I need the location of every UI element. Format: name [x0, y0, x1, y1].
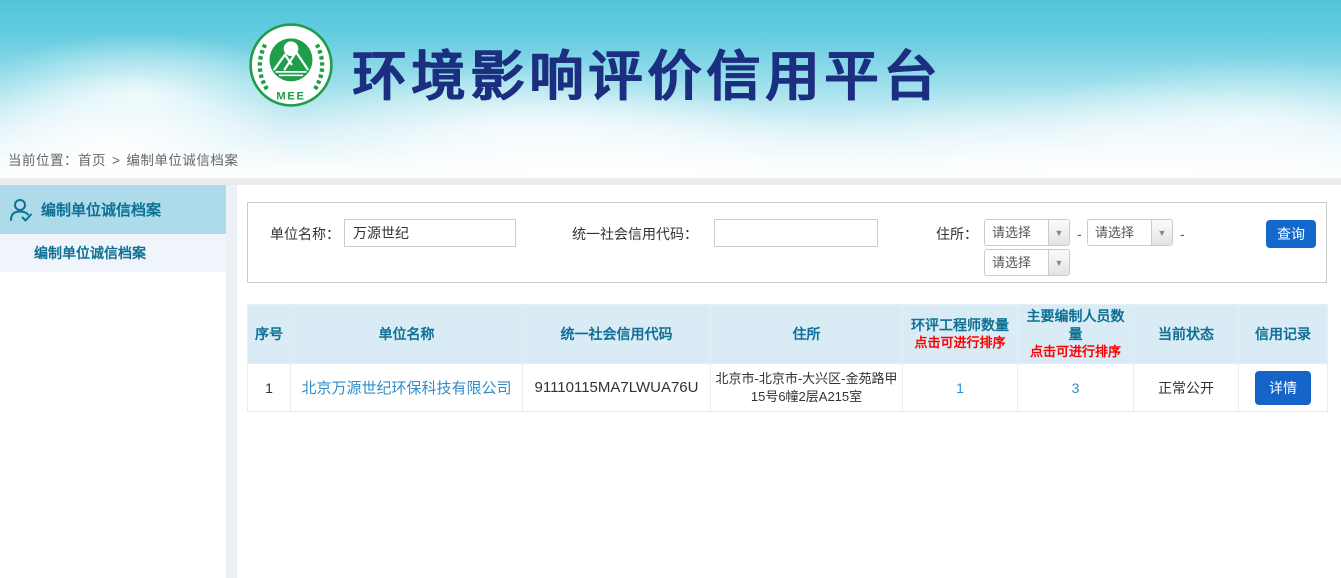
page-body: 编制单位诚信档案 编制单位诚信档案 单位名称： 统一社会信用代码： 住所： 请选…: [0, 185, 1341, 578]
svg-text:MEE: MEE: [276, 90, 305, 102]
results-table: 序号 单位名称 统一社会信用代码 住所 环评工程师数量 点击可进行排序 主要编制…: [247, 304, 1328, 412]
address-dash-2: -: [1180, 220, 1185, 248]
col-header-company: 单位名称: [291, 305, 523, 364]
page-title: 环境影响评价信用平台: [352, 32, 942, 111]
breadcrumb-current: 编制单位诚信档案: [126, 153, 238, 168]
results-table-wrap: 序号 单位名称 统一社会信用代码 住所 环评工程师数量 点击可进行排序 主要编制…: [247, 304, 1327, 412]
sidebar-section-credit-archive[interactable]: 编制单位诚信档案: [0, 185, 226, 234]
sidebar-item-credit-archive[interactable]: 编制单位诚信档案: [0, 234, 226, 272]
staff-sort-hint[interactable]: 点击可进行排序: [1020, 344, 1131, 361]
col-header-code: 统一社会信用代码: [523, 305, 711, 364]
search-panel: 单位名称： 统一社会信用代码： 住所： 请选择 ▼ - 请选择 ▼ - 请选择 …: [247, 202, 1327, 283]
address-label: 住所：: [936, 220, 978, 248]
site-header: MEE 环境影响评价信用平台 当前位置：首页 > 编制单位诚信档案: [0, 0, 1341, 178]
address-province-select[interactable]: 请选择 ▼: [984, 219, 1070, 246]
header-divider: [0, 178, 1341, 185]
address-province-value: 请选择: [985, 220, 1048, 245]
col-header-staff[interactable]: 主要编制人员数量 点击可进行排序: [1018, 305, 1134, 364]
col-header-engineers-label: 环评工程师数量: [911, 317, 1009, 333]
breadcrumb: 当前位置：首页 > 编制单位诚信档案: [8, 149, 238, 169]
mee-logo-icon: MEE: [248, 22, 334, 108]
engineers-sort-hint[interactable]: 点击可进行排序: [905, 335, 1015, 352]
query-button[interactable]: 查询: [1266, 220, 1316, 248]
col-header-staff-label: 主要编制人员数量: [1027, 308, 1125, 342]
breadcrumb-home-link[interactable]: 首页: [78, 153, 106, 168]
chevron-down-icon[interactable]: ▼: [1048, 250, 1069, 275]
address-city-select[interactable]: 请选择 ▼: [1087, 219, 1173, 246]
table-row: 1 北京万源世纪环保科技有限公司 91110115MA7LWUA76U 北京市-…: [248, 364, 1328, 412]
main-content: 单位名称： 统一社会信用代码： 住所： 请选择 ▼ - 请选择 ▼ - 请选择 …: [237, 185, 1341, 578]
row-index-cell: 1: [248, 364, 291, 412]
breadcrumb-prefix: 当前位置：: [8, 153, 78, 168]
credit-code-input[interactable]: [714, 219, 878, 247]
staff-count-link[interactable]: 3: [1072, 380, 1080, 396]
sidebar-item-label: 编制单位诚信档案: [34, 243, 146, 263]
detail-button[interactable]: 详情: [1255, 371, 1311, 405]
company-name-input[interactable]: [344, 219, 516, 247]
col-header-engineers[interactable]: 环评工程师数量 点击可进行排序: [903, 305, 1018, 364]
chevron-down-icon[interactable]: ▼: [1048, 220, 1069, 245]
sidebar-content-divider: [226, 185, 237, 578]
address-dash-1: -: [1077, 220, 1082, 248]
company-name-label: 单位名称：: [270, 220, 340, 248]
credit-code-cell: 91110115MA7LWUA76U: [523, 364, 711, 412]
status-cell: 正常公开: [1134, 364, 1239, 412]
address-city-value: 请选择: [1088, 220, 1151, 245]
col-header-record: 信用记录: [1239, 305, 1328, 364]
credit-code-label: 统一社会信用代码：: [572, 220, 698, 248]
address-district-select[interactable]: 请选择 ▼: [984, 249, 1070, 276]
address-district-value: 请选择: [985, 250, 1048, 275]
sidebar-section-label: 编制单位诚信档案: [41, 199, 161, 220]
col-header-address: 住所: [711, 305, 903, 364]
table-header-row: 序号 单位名称 统一社会信用代码 住所 环评工程师数量 点击可进行排序 主要编制…: [248, 305, 1328, 364]
sidebar: 编制单位诚信档案 编制单位诚信档案: [0, 185, 226, 578]
col-header-index: 序号: [248, 305, 291, 364]
user-check-icon: [8, 197, 34, 223]
company-name-link[interactable]: 北京万源世纪环保科技有限公司: [301, 380, 511, 397]
address-cell: 北京市-北京市-大兴区-金苑路甲15号6幢2层A215室: [711, 364, 903, 412]
engineer-count-link[interactable]: 1: [956, 380, 964, 396]
col-header-status: 当前状态: [1134, 305, 1239, 364]
breadcrumb-separator: >: [112, 153, 120, 168]
chevron-down-icon[interactable]: ▼: [1151, 220, 1172, 245]
